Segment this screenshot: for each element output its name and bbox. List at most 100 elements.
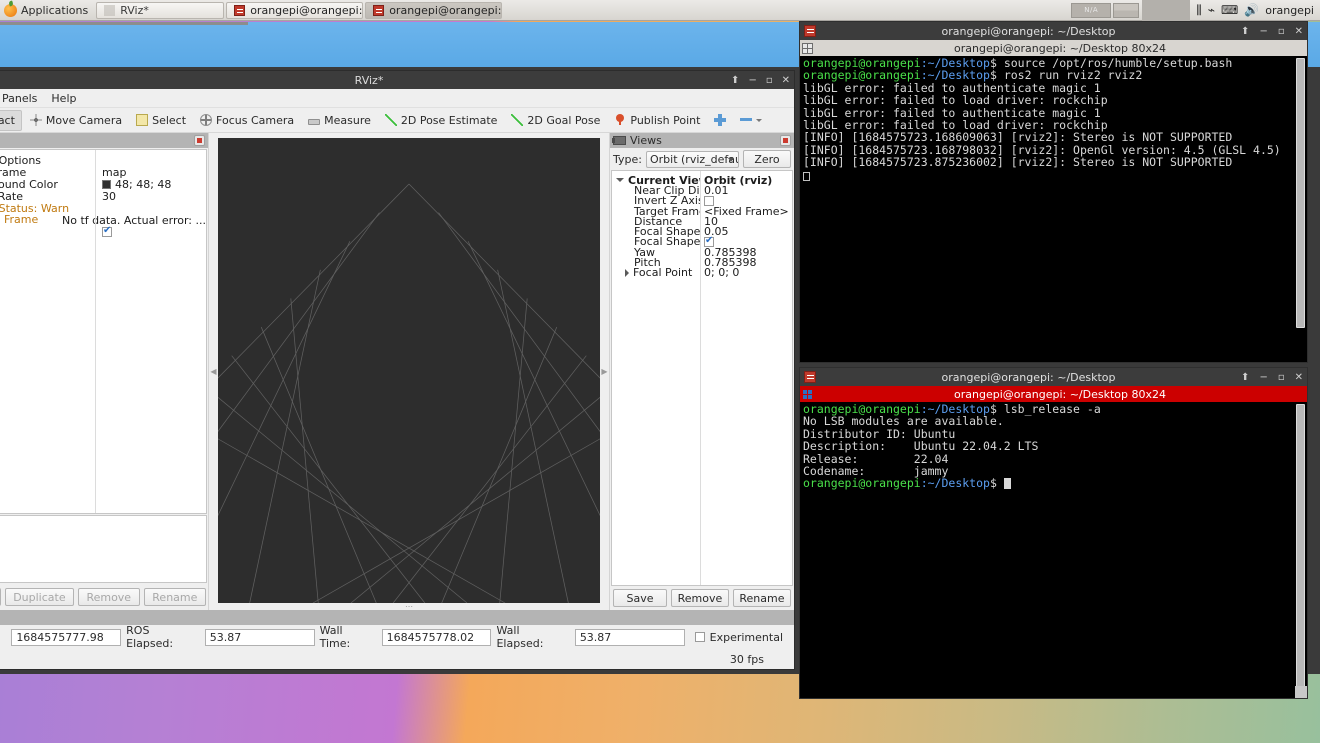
terminal-window-bottom: orangepi@orangepi: ~/Desktop ⬆ − ▫ ✕ ora… [799, 367, 1308, 699]
workspace-switcher-2[interactable] [1113, 3, 1139, 18]
terminal-top-tabbar[interactable]: orangepi@orangepi: ~/Desktop 80x24 [800, 40, 1307, 56]
terminal-bottom-titlebar[interactable]: orangepi@orangepi: ~/Desktop ⬆ − ▫ ✕ [800, 368, 1307, 386]
workspace-switcher[interactable]: N/A [1071, 3, 1111, 18]
equalizer-icon[interactable]: ⫼ [1196, 4, 1202, 16]
close-icon[interactable]: ✕ [1295, 372, 1303, 383]
terminal-top-output[interactable]: orangepi@orangepi:~/Desktop$ source /opt… [800, 56, 1307, 362]
remove-display-button[interactable]: Remove [78, 588, 140, 606]
select-icon [136, 114, 148, 126]
display-row-global-options[interactable]: Global Options [0, 154, 206, 166]
applications-menu-button[interactable]: Applications [0, 0, 94, 21]
rename-view-button[interactable]: Rename [733, 589, 791, 607]
tool-select[interactable]: Select [130, 111, 192, 130]
display-row-fixed-frame[interactable]: Fixed Frame map [0, 166, 206, 178]
tool-label: Focus Camera [216, 114, 294, 127]
row-value[interactable]: 0; 0; 0 [700, 266, 739, 279]
splitter-left[interactable]: ◀ [209, 133, 218, 610]
display-row-grid[interactable]: Grid [0, 226, 206, 238]
rename-display-button[interactable]: Rename [144, 588, 206, 606]
shade-icon[interactable]: ⬆ [1241, 26, 1249, 37]
ros-time-label: ROS Time: [0, 624, 6, 650]
tool-interact[interactable]: Interact [0, 110, 22, 131]
terminal-bottom-title: orangepi@orangepi: ~/Desktop [816, 371, 1241, 384]
grid-enabled-checkbox[interactable] [102, 227, 112, 237]
splitter-viewport-bottom[interactable]: ⋯ [218, 603, 600, 610]
ros-time-field[interactable]: 1684575777.98 [11, 629, 121, 646]
chevron-down-icon[interactable] [616, 178, 624, 182]
terminal-top-scrollbar[interactable] [1295, 56, 1306, 362]
tool-publish-point[interactable]: Publish Point [608, 111, 706, 130]
wall-elapsed-field[interactable]: 53.87 [575, 629, 685, 646]
menu-help[interactable]: Help [45, 90, 82, 107]
close-icon[interactable] [194, 135, 205, 146]
rviz-icon [104, 5, 115, 16]
tool-move-camera[interactable]: Move Camera [24, 111, 128, 130]
display-row-frame-rate[interactable]: Frame Rate 30 [0, 190, 206, 202]
terminal-line: orangepi@orangepi:~/Desktop$ ros2 run rv… [803, 69, 1305, 81]
minimize-icon[interactable]: − [748, 75, 756, 86]
views-type-select[interactable]: Orbit (rviz_default_) [646, 151, 739, 168]
terminal-bottom-output[interactable]: orangepi@orangepi:~/Desktop$ lsb_release… [800, 402, 1307, 698]
minimize-icon[interactable]: − [1259, 26, 1267, 37]
display-row-background-color[interactable]: Background Color 48; 48; 48 [0, 178, 206, 190]
terminal-bottom-scrollbar[interactable] [1295, 402, 1306, 698]
row-value[interactable] [95, 227, 112, 237]
taskbar-window-terminal-1[interactable]: orangepi@orangepi: ~/... [226, 2, 363, 19]
status-bottom-row: Reset 30 fps [0, 649, 794, 669]
volume-icon[interactable]: 🔊 [1244, 4, 1259, 16]
tool-remove[interactable] [734, 111, 768, 129]
terminal-bottom-tabbar[interactable]: orangepi@orangepi: ~/Desktop 80x24 [800, 386, 1307, 402]
close-icon[interactable]: ✕ [1295, 26, 1303, 37]
scrollbar-thumb[interactable] [1296, 404, 1305, 692]
rviz-status-panel: Time ROS Time: 1684575777.98 ROS Elapsed… [0, 610, 794, 669]
tool-measure[interactable]: Measure [302, 111, 377, 130]
maximize-icon[interactable]: ▫ [1278, 26, 1285, 37]
invert-z-checkbox[interactable] [704, 196, 714, 206]
focal-shape-checkbox[interactable] [704, 237, 714, 247]
terminal-top-titlebar[interactable]: orangepi@orangepi: ~/Desktop ⬆ − ▫ ✕ [800, 22, 1307, 40]
displays-tree[interactable]: Global Options Fixed Frame map Backgroun… [0, 149, 207, 514]
save-view-button[interactable]: Save [613, 589, 667, 607]
duplicate-display-button[interactable]: Duplicate [5, 588, 74, 606]
tray-username[interactable]: orangepi [1265, 4, 1314, 17]
rviz-titlebar[interactable]: RViz* ⬆ − ▫ ✕ [0, 71, 794, 89]
tool-2d-goal-pose[interactable]: 2D Goal Pose [505, 111, 606, 130]
experimental-checkbox[interactable] [695, 632, 705, 642]
tool-add[interactable] [708, 111, 732, 129]
close-icon[interactable]: ✕ [782, 75, 790, 86]
wall-time-field[interactable]: 1684575778.02 [382, 629, 492, 646]
shade-icon[interactable]: ⬆ [731, 75, 739, 86]
ros-elapsed-label: ROS Elapsed: [126, 624, 200, 650]
row-value[interactable]: 30 [95, 190, 116, 203]
ros-elapsed-field[interactable]: 53.87 [205, 629, 315, 646]
views-tree[interactable]: Current View Orbit (rviz) Near Clip Di..… [611, 170, 793, 586]
bluetooth-icon[interactable]: ⌁ [1208, 4, 1215, 16]
minimize-icon[interactable]: − [1259, 372, 1267, 383]
scrollbar-thumb[interactable] [1296, 58, 1305, 328]
menu-panels[interactable]: Panels [0, 90, 43, 107]
shade-icon[interactable]: ⬆ [1241, 372, 1249, 383]
maximize-icon[interactable]: ▫ [766, 75, 773, 86]
view-row-focal-point[interactable]: Focal Point 0; 0; 0 [612, 268, 792, 278]
maximize-icon[interactable]: ▫ [1278, 372, 1285, 383]
display-properties-area [0, 515, 207, 583]
zero-button[interactable]: Zero [743, 150, 791, 168]
remove-view-button[interactable]: Remove [671, 589, 729, 607]
desktop-band-gray [0, 22, 248, 25]
splitter-right[interactable]: ▶ [600, 133, 609, 610]
add-display-button[interactable]: Add [0, 588, 1, 606]
keyboard-icon[interactable]: ⌨ [1221, 4, 1238, 16]
close-icon[interactable] [780, 135, 791, 146]
tool-focus-camera[interactable]: Focus Camera [194, 111, 300, 130]
rviz-toolbar: Interact Move Camera Select Focus Camera… [0, 108, 794, 133]
resize-grip-icon[interactable] [1295, 686, 1307, 698]
3d-viewport[interactable] [218, 138, 600, 603]
goal-pose-icon [511, 114, 523, 126]
chevron-right-icon[interactable] [625, 269, 629, 277]
tool-label: Interact [0, 114, 15, 127]
tool-2d-pose-estimate[interactable]: 2D Pose Estimate [379, 111, 504, 130]
taskbar-window-rviz[interactable]: RViz* [96, 2, 224, 19]
publish-point-icon [614, 114, 626, 126]
taskbar-window-terminal-2[interactable]: orangepi@orangepi: ~/... [365, 2, 502, 19]
terminal-cursor [803, 172, 810, 181]
